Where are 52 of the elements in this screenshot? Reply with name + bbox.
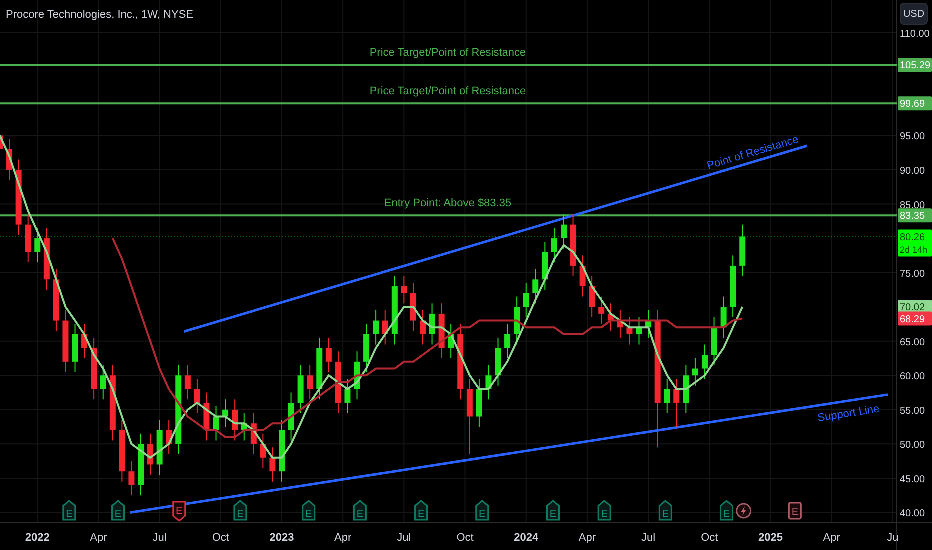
price-axis-label: 55.00 bbox=[900, 406, 926, 417]
lightning-icon[interactable] bbox=[736, 503, 752, 519]
price-tag: 83.35 bbox=[898, 208, 932, 223]
line-label: Price Target/Point of Resistance bbox=[370, 86, 526, 98]
earnings-marker[interactable]: E bbox=[720, 500, 734, 521]
earnings-marker[interactable]: E bbox=[353, 500, 367, 521]
earnings-marker[interactable]: E bbox=[414, 500, 428, 521]
price-axis-label: 60.00 bbox=[900, 372, 926, 383]
time-axis-label: Apr bbox=[578, 532, 596, 544]
time-axis-label: Ju bbox=[887, 532, 899, 544]
earnings-marker[interactable]: E bbox=[302, 500, 316, 521]
time-axis-label: Apr bbox=[823, 532, 840, 544]
earnings-marker[interactable]: E bbox=[546, 500, 560, 521]
earnings-marker[interactable]: E bbox=[234, 500, 248, 521]
price-axis-label: 45.00 bbox=[900, 474, 926, 486]
time-axis-label: 2024 bbox=[514, 532, 539, 544]
time-axis-label: Apr bbox=[334, 532, 352, 544]
earnings-marker[interactable]: E bbox=[62, 500, 76, 521]
time-axis-label: Oct bbox=[212, 532, 230, 544]
price-axis-label: 50.00 bbox=[900, 440, 926, 452]
time-axis-label: Jul bbox=[152, 532, 167, 544]
price-tag: 68.29 bbox=[898, 312, 932, 326]
earnings-marker[interactable]: E bbox=[112, 500, 126, 521]
time-axis-label: 2022 bbox=[25, 532, 50, 544]
price-axis-label: 85.00 bbox=[900, 200, 926, 212]
earnings-marker[interactable]: E bbox=[476, 500, 490, 521]
time-axis-label: Jul bbox=[397, 532, 412, 544]
price-tag: 80.26 2d 14h bbox=[898, 230, 932, 257]
price-tag: 99.69 bbox=[898, 96, 932, 111]
line-label: Price Target/Point of Resistance bbox=[370, 47, 526, 60]
line-label: Support Line bbox=[816, 403, 880, 425]
price-axis-label: 90.00 bbox=[900, 166, 926, 177]
earnings-marker[interactable]: E bbox=[788, 502, 802, 520]
price-tag: 105.29 bbox=[898, 58, 932, 72]
earnings-marker[interactable]: E bbox=[598, 500, 612, 521]
time-axis-label: Oct bbox=[456, 532, 474, 544]
price-axis-label: 75.00 bbox=[900, 268, 926, 280]
price-tag: 70.02 bbox=[898, 300, 932, 314]
price-axis-label: 65.00 bbox=[900, 337, 926, 348]
time-axis-label: Jul bbox=[642, 532, 656, 544]
currency-button[interactable]: USD bbox=[900, 3, 928, 25]
earnings-marker[interactable]: E bbox=[172, 501, 186, 522]
line-label: Entry Point: Above $83.35 bbox=[384, 198, 512, 210]
time-axis-label: 2023 bbox=[270, 532, 294, 544]
time-axis-label: Apr bbox=[90, 532, 108, 544]
chart-title: Procore Technologies, Inc., 1W, NYSE bbox=[6, 9, 194, 21]
price-axis-label: 110.00 bbox=[900, 28, 930, 40]
time-axis-label: 2025 bbox=[758, 532, 783, 544]
price-axis-label: 95.00 bbox=[900, 132, 926, 143]
earnings-marker[interactable]: E bbox=[658, 500, 672, 521]
price-axis-label: 40.00 bbox=[900, 508, 926, 520]
time-axis-label: Oct bbox=[701, 532, 718, 544]
